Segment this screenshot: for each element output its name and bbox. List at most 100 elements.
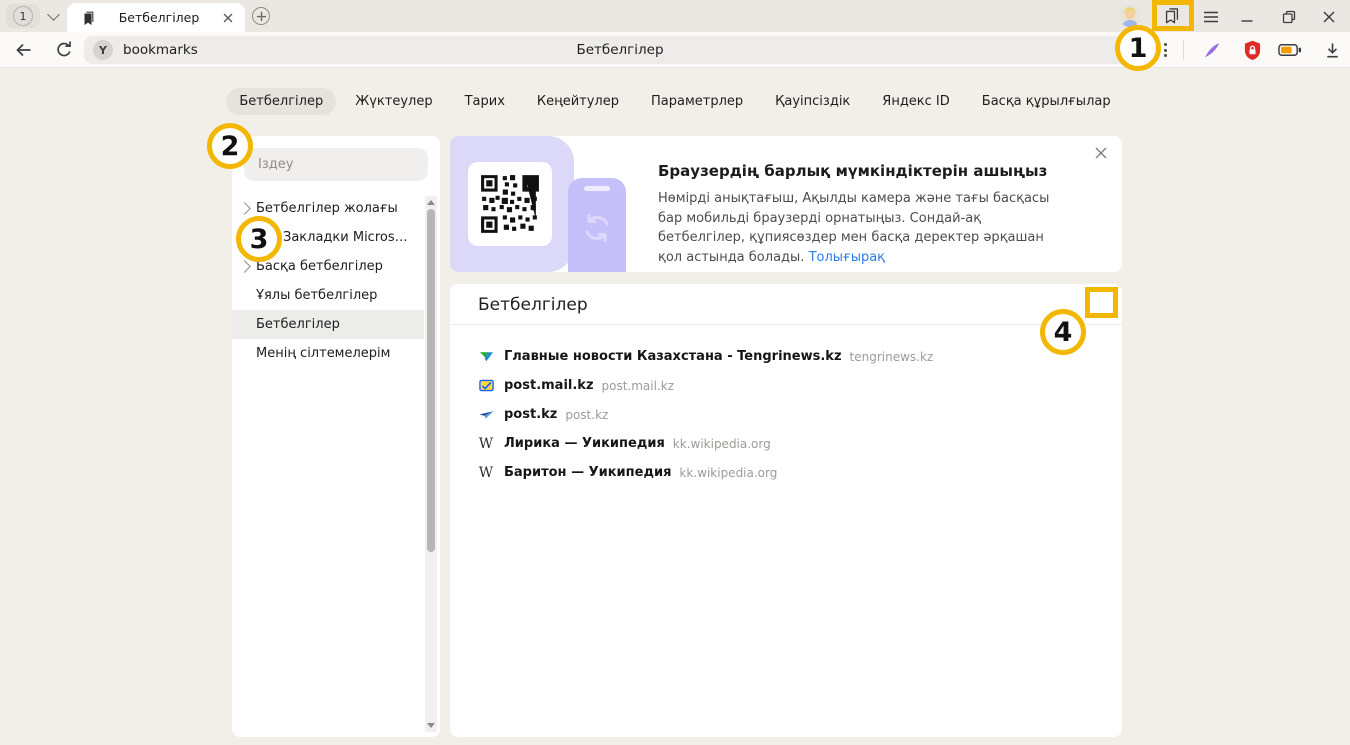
tab-title: Бетбелгілер <box>97 10 221 25</box>
nav-tab[interactable]: Жүктеулер <box>342 88 445 115</box>
nav-tab-label: Яндекс ID <box>882 94 950 109</box>
bookmark-item[interactable]: W Лирика — Уикипедия kk.wikipedia.org <box>450 429 1122 458</box>
annotation-circle-3: 3 <box>236 216 282 262</box>
address-bar[interactable]: Y bookmarks Бетбелгілер <box>84 36 1156 64</box>
annotation-box-1 <box>1152 0 1194 31</box>
bookmark-title: Лирика — Уикипедия <box>504 436 665 451</box>
browser-window: 1 Бетбелгілер <box>0 0 1350 745</box>
folder-tree-item[interactable]: Бетбелгілер <box>232 310 424 339</box>
wikipedia-favicon-icon: W <box>478 465 494 481</box>
folder-label: Бетбелгілер <box>256 317 340 332</box>
banner-close-icon[interactable] <box>1094 146 1110 162</box>
bookmark-url: tengrinews.kz <box>850 350 934 364</box>
bookmark-url: post.mail.kz <box>602 379 675 393</box>
banner-illustration <box>450 136 574 272</box>
nav-tab-label: Басқа құрылғылар <box>982 94 1111 109</box>
chevron-right-icon[interactable] <box>238 202 251 215</box>
search-input[interactable] <box>244 148 428 181</box>
pen-extension-button[interactable] <box>1200 38 1224 62</box>
nav-tab[interactable]: Басқа құрылғылар <box>969 88 1124 115</box>
hamburger-icon <box>1203 10 1219 24</box>
restore-icon <box>1282 10 1296 24</box>
bookmark-item[interactable]: W post.mail.kz post.mail.kz <box>450 371 1122 400</box>
qr-code <box>468 162 552 246</box>
window-restore-button[interactable] <box>1280 8 1298 26</box>
back-arrow-icon <box>14 40 34 60</box>
bookmark-item[interactable]: W Главные новости Казахстана - Tengrinew… <box>450 342 1122 371</box>
new-tab-button[interactable] <box>252 7 270 25</box>
folder-tree-item[interactable]: Менің сілтемелерім <box>232 339 424 368</box>
scrollbar-thumb[interactable] <box>427 209 435 552</box>
window-minimize-button[interactable] <box>1238 8 1256 26</box>
security-shield-button[interactable] <box>1240 38 1264 62</box>
nav-tab-label: Жүктеулер <box>355 94 432 109</box>
nav-tab-label: Қауіпсіздік <box>775 94 850 109</box>
downloads-button[interactable] <box>1320 38 1344 62</box>
folder-label: Менің сілтемелерім <box>256 346 390 361</box>
sync-icon <box>579 210 615 246</box>
nav-tab-label: Тарих <box>465 94 505 109</box>
close-icon <box>1322 10 1336 24</box>
folder-label: Ұялы бетбелгілер <box>256 288 377 303</box>
tab-close-icon[interactable] <box>221 11 235 25</box>
nav-tab[interactable]: Тарих <box>452 88 518 115</box>
bookmarks-list: W Главные новости Казахстана - Tengrinew… <box>450 342 1122 487</box>
battery-icon <box>1278 43 1302 57</box>
bookmark-favicon-icon <box>81 10 97 26</box>
annotation-box-4 <box>1085 287 1118 318</box>
annotation-circle-4: 4 <box>1040 309 1086 355</box>
folder-tree-item[interactable]: Ұялы бетбелгілер <box>232 281 424 310</box>
bookmark-title: post.mail.kz <box>504 378 594 393</box>
nav-tab-label: Бетбелгілер <box>239 94 323 109</box>
bookmarks-list-panel: Бетбелгілер <box>450 284 1122 737</box>
browser-tab[interactable]: Бетбелгілер <box>67 3 245 32</box>
tab-counter-button[interactable]: 1 <box>6 4 40 28</box>
reload-button[interactable] <box>54 40 74 60</box>
nav-tab[interactable]: Кеңейтулер <box>524 88 632 115</box>
window-close-button[interactable] <box>1320 8 1338 26</box>
bookmark-item[interactable]: W Баритон — Уикипедия kk.wikipedia.org <box>450 458 1122 487</box>
phone-illustration <box>568 178 626 272</box>
nav-tab-label: Кеңейтулер <box>537 94 619 109</box>
nav-tab[interactable]: Қауіпсіздік <box>762 88 863 115</box>
scroll-up-arrow-icon[interactable] <box>427 200 435 205</box>
annotation-label-3: 3 <box>250 224 269 255</box>
download-icon <box>1323 41 1342 60</box>
bookmarks-panel-title: Бетбелгілер <box>478 295 588 315</box>
bookmark-url: post.kz <box>565 408 608 422</box>
postkz-favicon-icon <box>478 407 494 423</box>
annotation-circle-2: 2 <box>207 123 253 169</box>
chevron-down-icon <box>47 8 60 21</box>
toolbar-divider <box>1183 40 1184 60</box>
nav-tab[interactable]: Бетбелгілер <box>226 88 336 115</box>
scroll-down-arrow-icon[interactable] <box>427 723 435 728</box>
battery-saver-button[interactable] <box>1278 38 1302 62</box>
wikipedia-favicon-icon: W <box>478 436 494 452</box>
profile-avatar[interactable] <box>1119 5 1141 27</box>
nav-tab-label: Параметрлер <box>651 94 743 109</box>
address-page-title: Бетбелгілер <box>84 42 1156 58</box>
browser-menu-button[interactable] <box>1202 8 1220 26</box>
chevron-right-icon[interactable] <box>238 260 251 273</box>
tab-counter-value: 1 <box>13 6 33 26</box>
bookmark-title: Баритон — Уикипедия <box>504 465 671 480</box>
reload-icon <box>54 40 74 60</box>
banner-body: Нөмірді анықтағыш, Ақылды камера және та… <box>658 189 1050 267</box>
nav-tab[interactable]: Параметрлер <box>638 88 756 115</box>
address-url: bookmarks <box>123 42 198 58</box>
minimize-icon <box>1240 10 1254 24</box>
phone-notch <box>584 186 610 191</box>
banner-more-link[interactable]: Толығырақ <box>809 250 885 265</box>
folder-label: Бетбелгілер жолағы <box>256 201 398 216</box>
annotation-label-2: 2 <box>221 131 240 162</box>
tengrinews-favicon-icon <box>478 349 494 365</box>
annotation-label-4: 4 <box>1054 317 1073 348</box>
bookmark-url: kk.wikipedia.org <box>679 466 777 480</box>
bookmark-item[interactable]: W post.kz post.kz <box>450 400 1122 429</box>
tab-list-chevron-button[interactable] <box>46 10 60 20</box>
sidebar-scrollbar[interactable] <box>425 196 437 732</box>
nav-tab[interactable]: Яндекс ID <box>869 88 963 115</box>
banner-title: Браузердің барлық мүмкіндіктерін ашыңыз <box>658 162 1047 180</box>
back-button[interactable] <box>14 40 34 60</box>
settings-nav-tabs: Бетбелгілер Жүктеулер Тарих Кеңейтулер П… <box>0 88 1350 115</box>
